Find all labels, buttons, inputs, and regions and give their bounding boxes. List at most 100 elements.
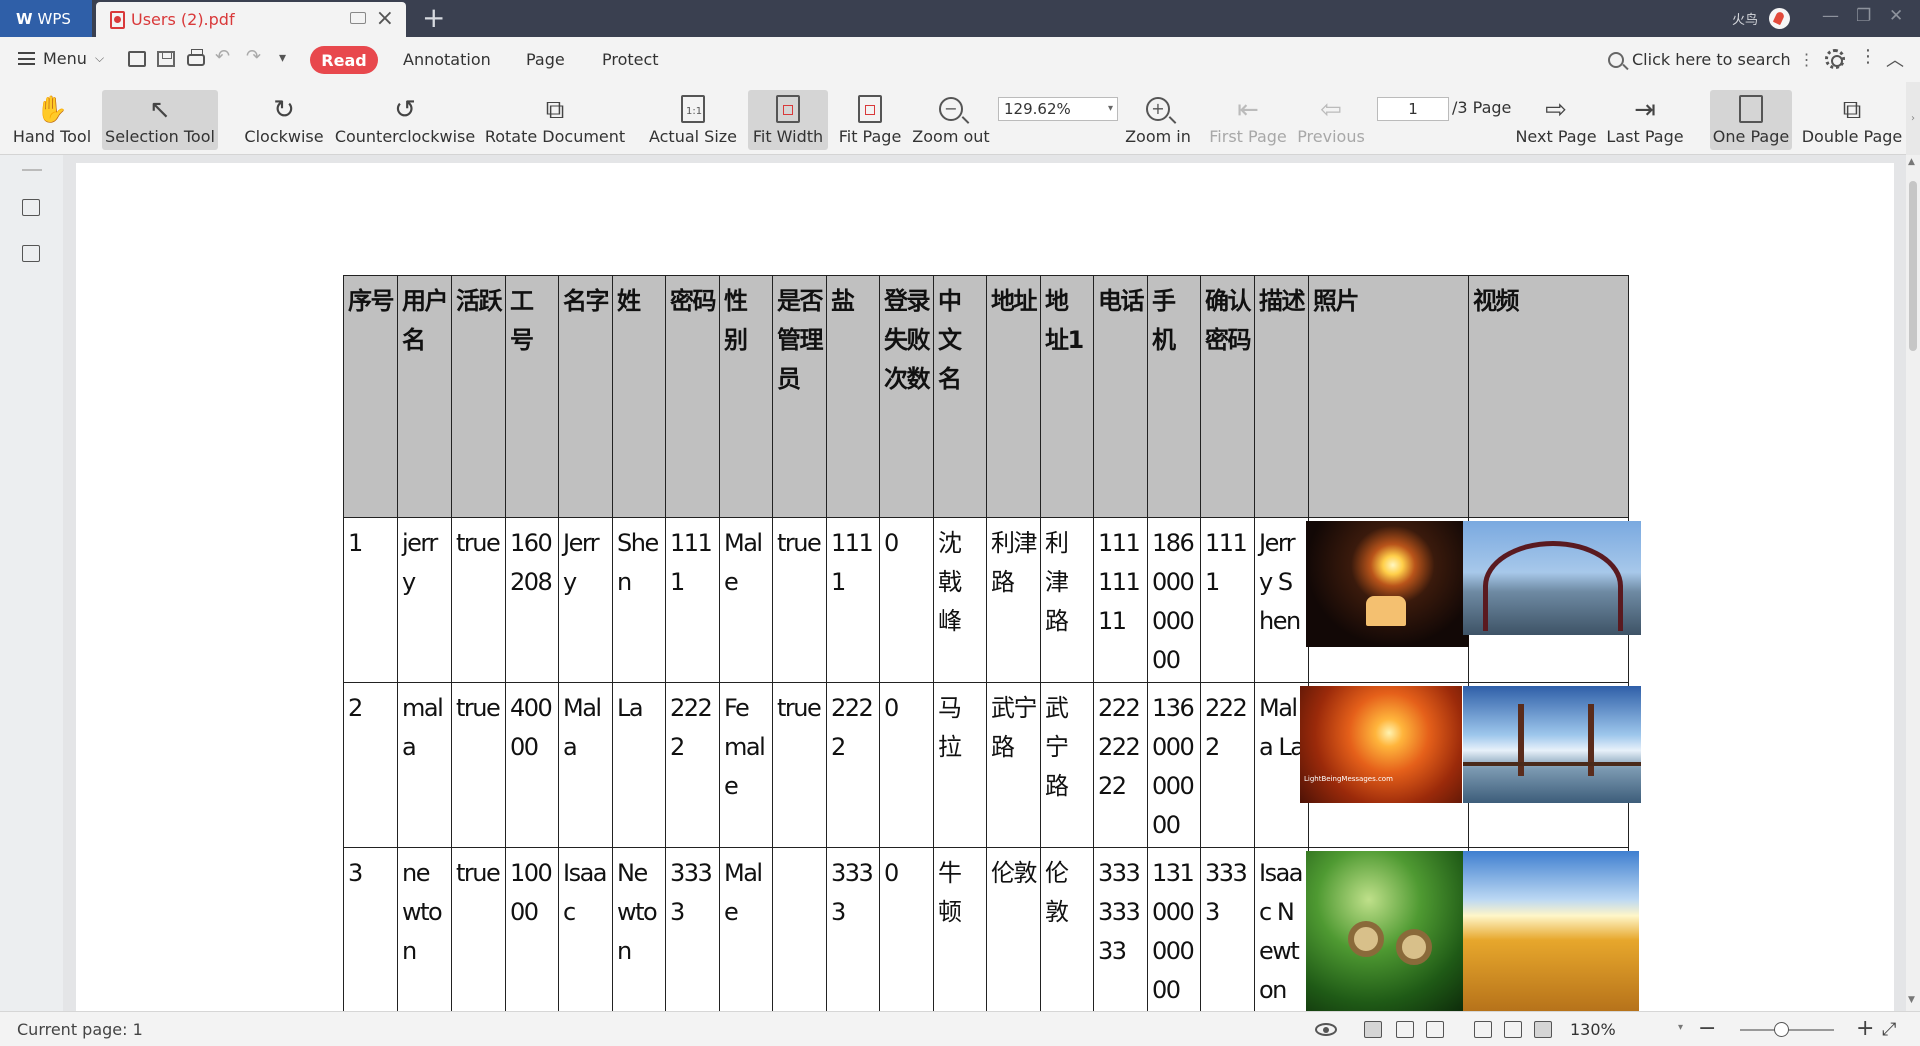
menu-label: Menu <box>43 49 87 68</box>
hand-tool-label: Hand Tool <box>12 127 92 146</box>
golden-gate-video-thumbnail[interactable] <box>1463 686 1641 803</box>
tab-page[interactable]: Page <box>526 50 565 69</box>
more-options-icon[interactable]: ⋮ <box>1859 46 1877 67</box>
tab-protect[interactable]: Protect <box>602 50 659 69</box>
zoom-out-icon[interactable]: − <box>1698 1016 1716 1041</box>
undo-icon[interactable]: ↶ <box>215 46 230 67</box>
table-cell: 160208 <box>505 517 559 683</box>
counterclockwise-label: Counterclockwise <box>334 127 476 146</box>
more-icon[interactable]: ⋮ <box>1799 50 1815 69</box>
single-page-view-icon[interactable] <box>1396 1021 1414 1038</box>
zoom-percent[interactable]: 130% <box>1570 1020 1616 1039</box>
actual-size-icon[interactable] <box>1474 1021 1492 1038</box>
vertical-scrollbar[interactable]: ▲ ▼ <box>1906 155 1920 1011</box>
table-cell: 11111111 <box>1093 517 1148 683</box>
navigation-sidebar <box>0 155 63 1011</box>
search-placeholder: Click here to search <box>1632 50 1791 69</box>
tab-annotation[interactable]: Annotation <box>403 50 491 69</box>
table-cell: 马拉 <box>933 682 987 848</box>
fit-page-icon[interactable] <box>1504 1021 1522 1038</box>
zoom-slider-handle[interactable] <box>1774 1022 1789 1037</box>
scroll-up-icon[interactable]: ▲ <box>1908 157 1915 167</box>
sunset-bird-photo[interactable]: LightBeingMessages.com <box>1300 686 1462 803</box>
float-window-icon[interactable] <box>350 12 366 24</box>
document-viewport[interactable]: 序号 用户名 活跃 工号 名字 姓 密码 性别 是否管理员 盐 登录失败次数 中… <box>63 155 1906 1011</box>
fit-width-icon[interactable] <box>1534 1021 1552 1038</box>
minimize-icon[interactable]: — <box>1822 6 1839 26</box>
next-page-button[interactable]: ⇨ Next Page <box>1514 90 1598 150</box>
restore-icon[interactable]: ❐ <box>1856 6 1871 26</box>
fit-page-icon <box>858 95 882 123</box>
document-tab[interactable]: Users (2).pdf × <box>96 2 406 37</box>
selection-tool-button[interactable]: ↖ Selection Tool <box>102 90 218 150</box>
fit-page-button[interactable]: Fit Page <box>836 90 904 150</box>
main-menu-button[interactable]: Menu ⌵ <box>18 49 104 68</box>
table-cell: 武宁路 <box>1040 682 1094 848</box>
thumbnail-image-icon[interactable] <box>22 245 40 262</box>
rotate-counterclockwise-icon: ↺ <box>394 95 416 125</box>
zoom-in-icon[interactable]: + <box>1856 1016 1874 1041</box>
gear-icon[interactable] <box>1825 49 1845 69</box>
hamburger-icon <box>18 52 35 65</box>
last-page-button[interactable]: ⇥ Last Page <box>1604 90 1686 150</box>
continuous-view-icon[interactable] <box>1364 1021 1382 1038</box>
zoom-in-label: Zoom in <box>1125 127 1191 146</box>
save-icon[interactable] <box>157 51 175 67</box>
one-page-button[interactable]: One Page <box>1710 90 1792 150</box>
zoom-level-select[interactable]: 129.62% ▾ <box>998 97 1118 121</box>
zoom-in-button[interactable]: + Zoom in <box>1124 90 1192 150</box>
open-folder-icon[interactable] <box>128 51 146 67</box>
hand-tool-button[interactable]: ✋ Hand Tool <box>8 90 96 150</box>
redo-icon[interactable]: ↷ <box>246 46 261 67</box>
close-tab-icon[interactable]: × <box>376 6 394 31</box>
header-cell: 照片 <box>1308 275 1469 518</box>
next-page-label: Next Page <box>1515 127 1597 146</box>
zoom-out-button[interactable]: − Zoom out <box>912 90 990 150</box>
outline-icon[interactable] <box>22 199 40 216</box>
fit-width-button[interactable]: Fit Width <box>748 90 828 150</box>
previous-page-button[interactable]: ⇦ Previous <box>1296 90 1366 150</box>
eye-protection-icon[interactable] <box>1315 1023 1337 1036</box>
table-cell: 0 <box>879 847 934 1011</box>
table-cell: 1 <box>343 517 398 683</box>
new-tab-button[interactable]: + <box>422 1 445 34</box>
user-name[interactable]: 火鸟 <box>1732 9 1758 28</box>
first-page-button[interactable]: ⇤ First Page <box>1206 90 1290 150</box>
read-tab[interactable]: Read <box>310 46 378 74</box>
ribbon-scroll-right-icon[interactable]: › <box>1906 82 1920 155</box>
rotate-clockwise-button[interactable]: ↻ Clockwise <box>244 90 324 150</box>
rotate-counterclockwise-button[interactable]: ↺ Counterclockwise <box>334 90 476 150</box>
hand-icon: ✋ <box>35 95 69 125</box>
chevron-down-icon[interactable]: ▾ <box>1678 1022 1683 1033</box>
fullscreen-icon[interactable]: ⤢ <box>1882 1019 1896 1040</box>
table-cell: Female <box>719 682 773 848</box>
arrow-right-icon: ⇨ <box>1545 95 1567 125</box>
search-input[interactable]: Click here to search ⋮ <box>1608 50 1815 69</box>
collapse-ribbon-icon[interactable]: ︿ <box>1886 46 1904 72</box>
users-table: 序号 用户名 活跃 工号 名字 姓 密码 性别 是否管理员 盐 登录失败次数 中… <box>343 275 1641 1011</box>
close-window-icon[interactable]: ✕ <box>1889 6 1903 26</box>
avatar[interactable] <box>1769 8 1790 29</box>
print-icon[interactable] <box>187 49 205 66</box>
wheat-field-video-thumbnail[interactable] <box>1463 851 1639 1011</box>
book-view-icon[interactable] <box>1426 1021 1444 1038</box>
actual-size-button[interactable]: 1:1 Actual Size <box>648 90 738 150</box>
scroll-down-icon[interactable]: ▼ <box>1908 995 1915 1005</box>
sidebar-drag-handle[interactable] <box>22 169 42 171</box>
page-number-input[interactable]: 1 <box>1377 97 1449 121</box>
snails-photo[interactable] <box>1306 851 1463 1011</box>
customize-toolbar-icon[interactable]: ▾ <box>279 50 286 66</box>
scrollbar-thumb[interactable] <box>1909 181 1917 351</box>
table-cell: 13100000000 <box>1147 847 1201 1011</box>
bridge-video-thumbnail[interactable] <box>1463 521 1641 635</box>
search-icon <box>1608 51 1624 68</box>
double-page-button[interactable]: ⧉ Double Page <box>1800 90 1904 150</box>
rotate-document-button[interactable]: ⧉ Rotate Document <box>485 90 625 150</box>
snail-shell-shape <box>1348 921 1384 957</box>
table-cell: 3 <box>343 847 398 1011</box>
header-cell: 活跃 <box>451 275 506 518</box>
table-cell: 伦敦 <box>986 847 1041 1011</box>
candle-photo[interactable] <box>1306 521 1473 647</box>
table-cell: Isaac Newton <box>1254 847 1309 1011</box>
wps-home-tab[interactable]: W WPS <box>0 0 92 37</box>
